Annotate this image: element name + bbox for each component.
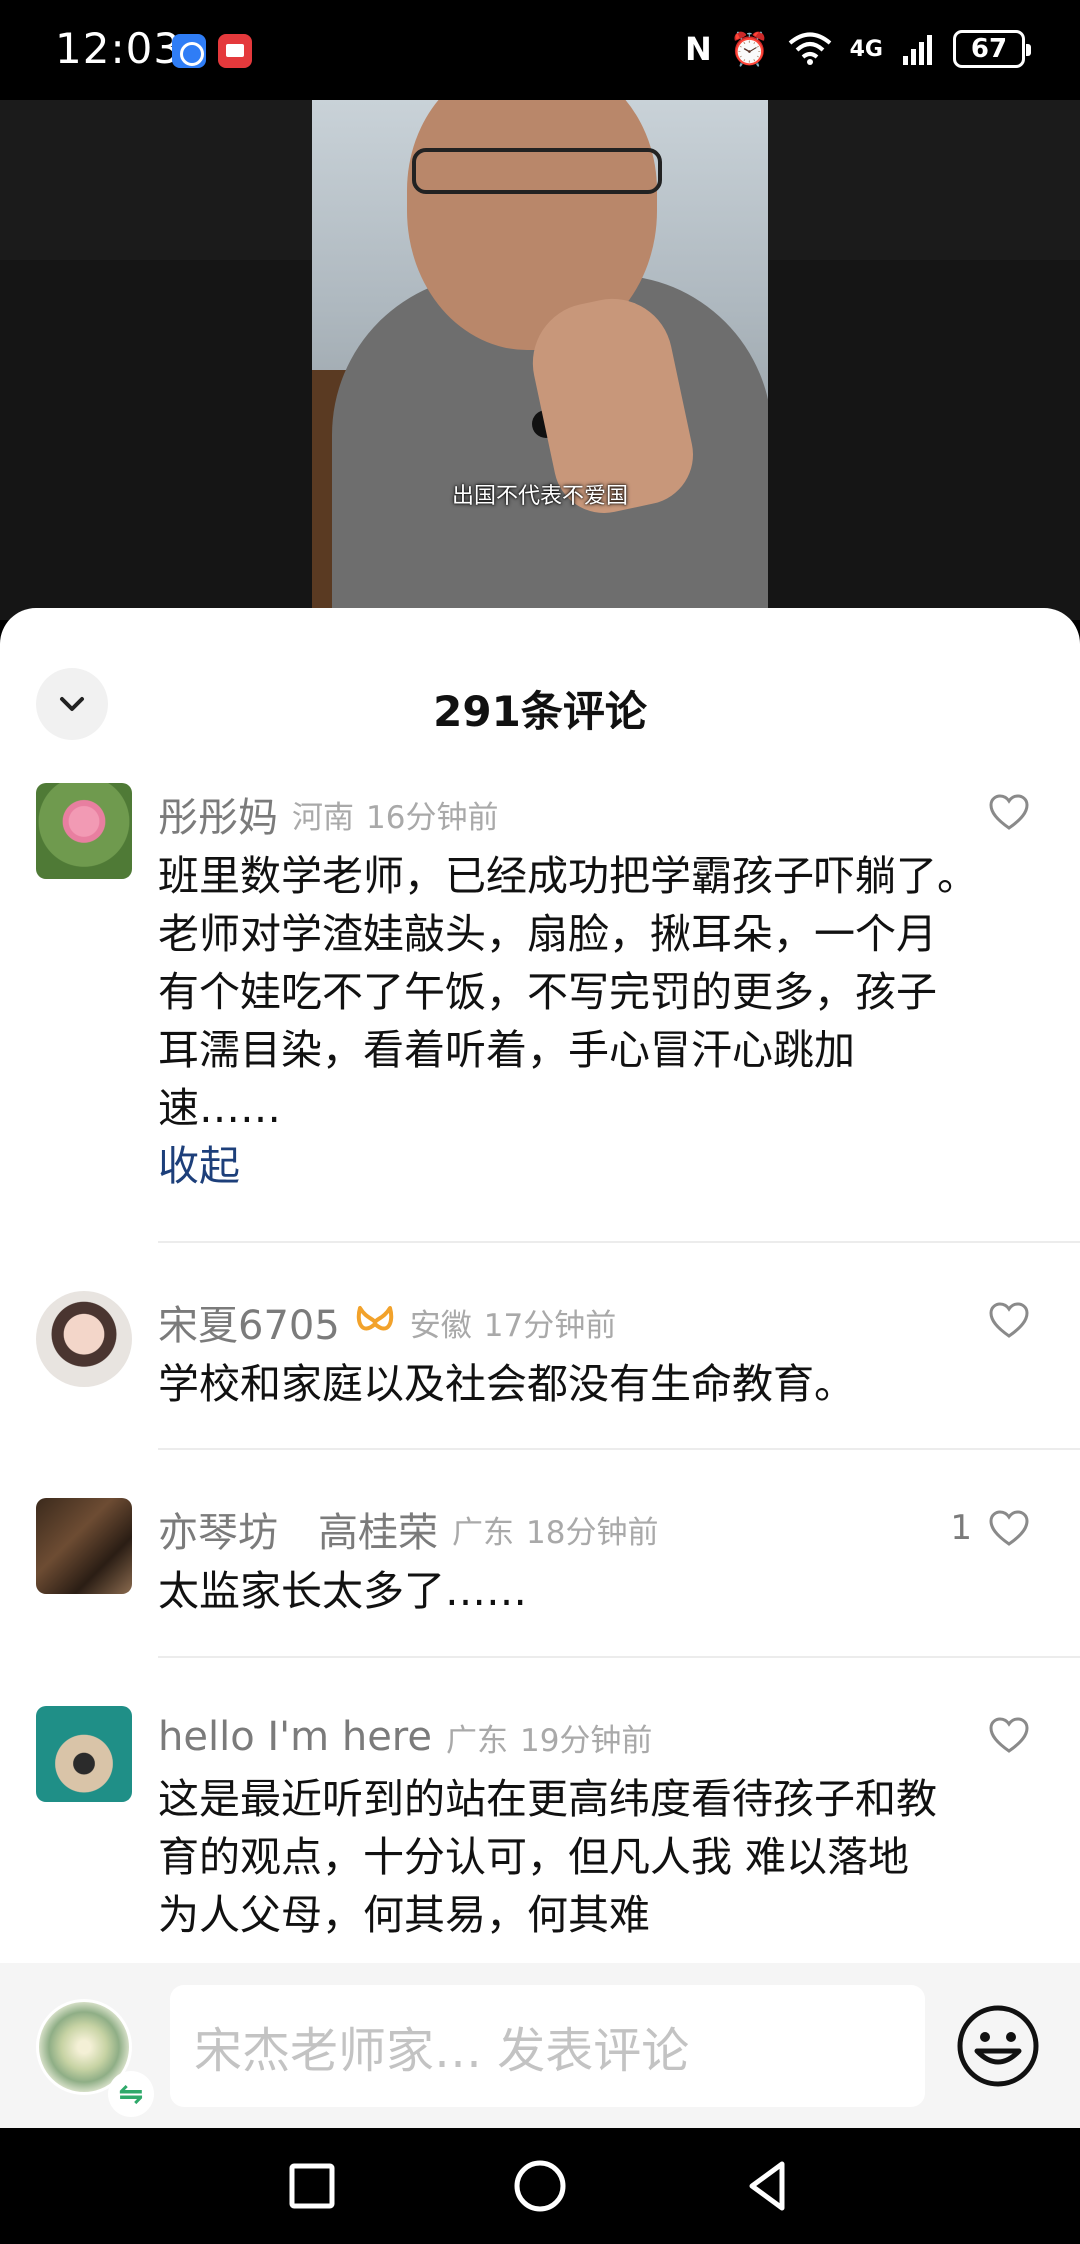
like-button[interactable] bbox=[972, 1301, 1030, 1339]
comment-text: 太监家长太多了…… bbox=[158, 1567, 527, 1615]
sheet-header: 291条评论 bbox=[0, 608, 1080, 742]
avatar[interactable] bbox=[36, 1706, 132, 1802]
message-notification-icon bbox=[218, 34, 252, 68]
comment-input-bar: ⇋ 宋杰老师家… 发表评论 bbox=[0, 1963, 1080, 2128]
comment-time: 17分钟前 bbox=[483, 1307, 617, 1344]
app-notification-icon bbox=[172, 34, 206, 68]
comment-text: 这是最近听到的站在更高纬度看待孩子和教 育的观点，十分认可，但凡人我 难以落地 … bbox=[158, 1775, 937, 1939]
comment-username[interactable]: 宋夏6705 bbox=[158, 1293, 340, 1351]
video-frame: 出国不代表不爱国 bbox=[312, 100, 768, 620]
heart-icon bbox=[989, 794, 1029, 830]
comment-username[interactable]: hello I'm here bbox=[158, 1714, 432, 1760]
comment-location: 广东 bbox=[445, 1722, 508, 1759]
comment-text: 班里数学老师，已经成功把学霸孩子吓躺了。 老师对学渣娃敲头，扇脸，揪耳朵，一个月… bbox=[158, 852, 978, 1132]
comment-username[interactable]: 彤彤妈 bbox=[158, 785, 278, 843]
heart-icon bbox=[989, 1302, 1029, 1338]
switch-account-icon[interactable]: ⇋ bbox=[108, 2071, 154, 2117]
avatar[interactable] bbox=[36, 783, 132, 879]
comment-time: 19分钟前 bbox=[519, 1722, 653, 1759]
comment-list: 彤彤妈 河南 16分钟前 班里数学老师，已经成功把学霸孩子吓躺了。 老师对学渣娃… bbox=[0, 783, 1080, 1978]
avatar[interactable] bbox=[36, 1291, 132, 1387]
emoji-icon[interactable] bbox=[955, 2003, 1041, 2089]
like-button[interactable]: 1 bbox=[950, 1508, 1030, 1548]
vip-badge-icon bbox=[356, 1306, 393, 1331]
comment-location: 安徽 bbox=[409, 1307, 472, 1344]
network-type: 4G bbox=[849, 36, 883, 62]
comment-item: 宋夏6705 安徽 17分钟前 学校和家庭以及社会都没有生命教育。 bbox=[0, 1243, 1080, 1448]
comment-item: hello I'm here 广东 19分钟前 这是最近听到的站在更高纬度看待孩… bbox=[0, 1658, 1080, 1978]
collapse-comment-link[interactable]: 收起 bbox=[158, 1137, 1050, 1195]
status-bar: 12:03 N ⏰ 4G 67 bbox=[0, 0, 1080, 100]
comment-time: 18分钟前 bbox=[526, 1514, 659, 1551]
like-button[interactable] bbox=[972, 1716, 1030, 1754]
like-count: 1 bbox=[950, 1508, 972, 1548]
status-time: 12:03 bbox=[55, 24, 182, 73]
comment-location: 河南 bbox=[292, 799, 354, 836]
heart-icon bbox=[989, 1510, 1029, 1546]
comment-input[interactable]: 宋杰老师家… 发表评论 bbox=[170, 1985, 925, 2107]
nfc-icon: N bbox=[685, 30, 712, 68]
heart-icon bbox=[989, 1717, 1029, 1753]
comment-item: 彤彤妈 河南 16分钟前 班里数学老师，已经成功把学霸孩子吓躺了。 老师对学渣娃… bbox=[0, 783, 1080, 1241]
recent-apps-icon[interactable] bbox=[280, 2154, 344, 2218]
comment-text: 学校和家庭以及社会都没有生命教育。 bbox=[158, 1360, 855, 1408]
video-player[interactable]: 出国不代表不爱国 bbox=[0, 100, 1080, 620]
battery-icon: 67 bbox=[953, 30, 1031, 68]
comment-username[interactable]: 亦琴坊 高桂荣 bbox=[158, 1500, 438, 1558]
comment-sheet: 291条评论 彤彤妈 河南 16分钟前 班里数学老师，已经成功把学霸孩子吓躺了。… bbox=[0, 608, 1080, 2128]
signal-icon bbox=[903, 35, 932, 65]
comment-item: 亦琴坊 高桂荣 广东 18分钟前 1 太监家长太多了…… bbox=[0, 1450, 1080, 1656]
system-navigation-bar bbox=[0, 2128, 1080, 2244]
like-button[interactable] bbox=[972, 793, 1030, 831]
alarm-icon: ⏰ bbox=[729, 30, 770, 68]
comment-input-placeholder: 宋杰老师家… 发表评论 bbox=[194, 2023, 690, 2079]
wifi-icon bbox=[788, 32, 831, 65]
video-subtitle: 出国不代表不爱国 bbox=[451, 484, 628, 509]
home-icon[interactable] bbox=[508, 2154, 572, 2218]
status-icons: N ⏰ 4G 67 bbox=[685, 26, 1031, 72]
back-icon[interactable] bbox=[736, 2154, 800, 2218]
battery-level: 67 bbox=[970, 34, 1008, 64]
comment-count-title: 291条评论 bbox=[433, 687, 647, 736]
comment-location: 广东 bbox=[452, 1514, 514, 1551]
avatar[interactable] bbox=[36, 1498, 132, 1594]
comment-time: 16分钟前 bbox=[366, 799, 499, 836]
